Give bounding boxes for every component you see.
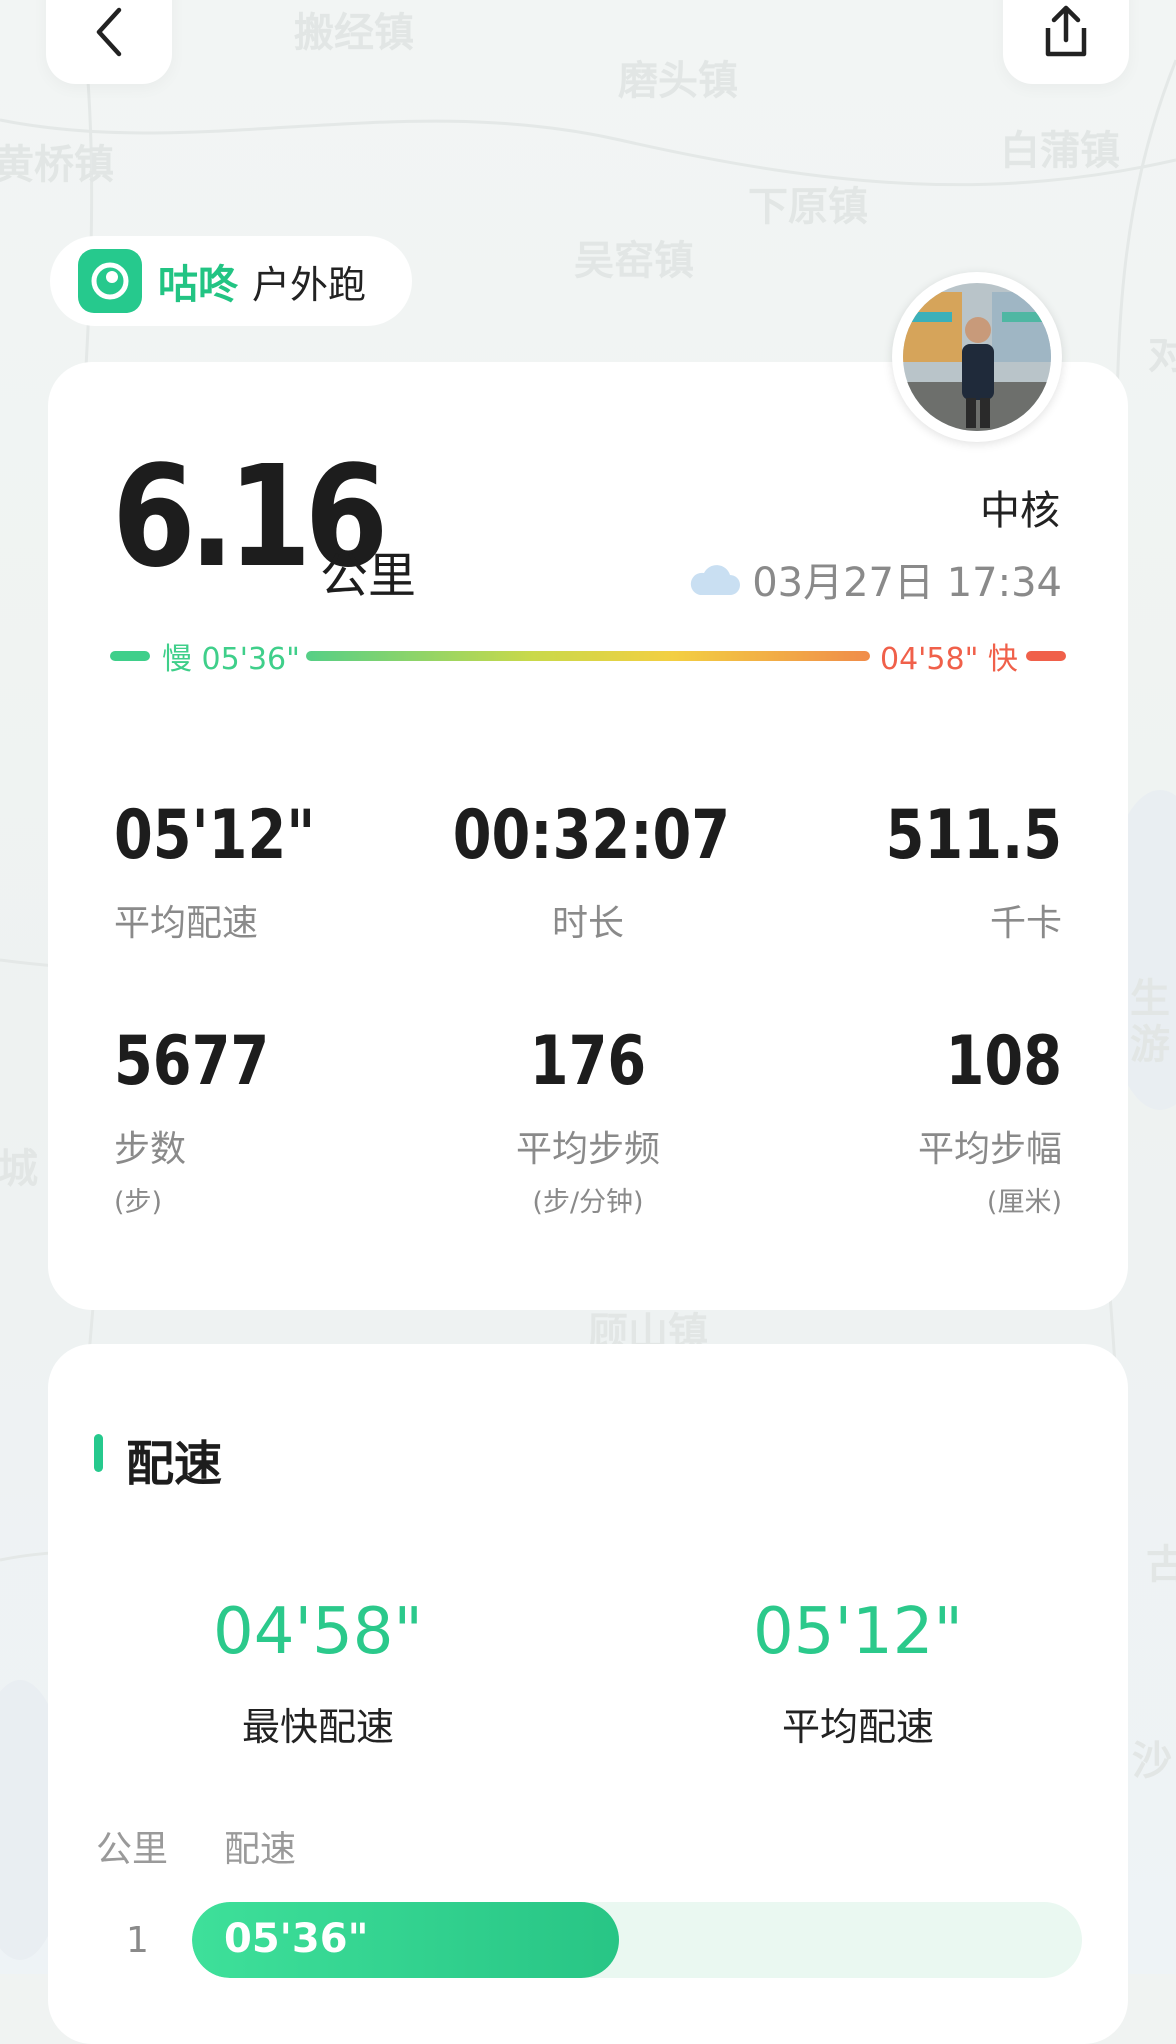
stat-cadence: 176 平均步频 (步/分钟): [423, 1028, 753, 1219]
codoon-logo-icon: [78, 249, 142, 313]
stat-value: 511.5: [885, 796, 1062, 875]
map-place-label: 对: [1148, 332, 1176, 378]
stat-label: 平均步幅: [917, 1129, 1062, 1170]
stat-steps: 5677 步数 (步): [114, 1028, 444, 1219]
map-place-label: 吴窑镇: [574, 238, 694, 284]
stat-value: 176: [529, 1022, 647, 1101]
app-activity-badge: 咕咚 户外跑: [50, 236, 412, 326]
stat-label: 千卡: [989, 903, 1062, 944]
map-place-label: 搬经镇: [294, 10, 414, 56]
stat-value: 5677: [114, 1022, 270, 1101]
stat-unit: (厘米): [986, 1187, 1062, 1218]
username: 中核: [980, 488, 1060, 534]
slow-indicator: [110, 651, 150, 661]
map-place-label: 白蒲镇: [1000, 128, 1120, 174]
activity-type: 户外跑: [252, 262, 367, 307]
stat-stride: 108 平均步幅 (厘米): [732, 1028, 1062, 1219]
split-pace-value: 05'36": [224, 1916, 369, 1962]
chevron-left-icon: [96, 7, 122, 57]
stat-value: 00:32:07: [452, 796, 731, 875]
back-button[interactable]: [46, 0, 172, 84]
stat-label: 时长: [551, 903, 624, 944]
column-header-pace: 配速: [224, 1829, 297, 1870]
share-button[interactable]: [1003, 0, 1129, 84]
column-header-km: 公里: [96, 1829, 169, 1870]
stat-value: 05'12": [114, 796, 316, 875]
slow-pace-label: 慢 05'36": [162, 642, 300, 677]
stat-value: 108: [945, 1022, 1062, 1101]
map-place-label: 黄桥镇: [0, 142, 114, 188]
map-place-label: 下原镇: [748, 184, 868, 230]
activity-datetime: 03月27日 17:34: [752, 560, 1062, 606]
map-place-label: 游: [1130, 1022, 1170, 1068]
split-pace-bar: 05'36": [192, 1902, 1082, 1978]
stat-unit: (步/分钟): [532, 1187, 644, 1218]
user-photo: [903, 283, 1051, 431]
stat-avg-pace: 05'12" 平均配速: [114, 802, 444, 946]
stat-unit: (步): [114, 1187, 163, 1218]
stat-calories: 511.5 千卡: [732, 802, 1062, 946]
average-pace-value: 05'12": [753, 1595, 963, 1669]
section-title: 配速: [126, 1436, 223, 1492]
fast-indicator: [1026, 651, 1066, 661]
cloud-icon: [691, 565, 741, 595]
avatar[interactable]: [892, 272, 1062, 442]
split-km-index: 1: [126, 1920, 149, 1961]
share-icon: [1045, 5, 1087, 57]
weather-datetime: 03月27日 17:34: [682, 550, 1062, 608]
fastest-pace: 04'58" 最快配速: [138, 1600, 498, 1751]
distance-unit: 公里: [320, 548, 417, 604]
map-place-label: 古: [1146, 1542, 1176, 1588]
section-accent-bar: [94, 1434, 103, 1472]
stat-label: 步数: [114, 1129, 187, 1170]
average-pace-label: 平均配速: [781, 1705, 934, 1749]
average-pace: 05'12" 平均配速: [678, 1600, 1038, 1751]
brand-name: 咕咚: [158, 262, 238, 308]
stat-duration: 00:32:07 时长: [423, 802, 753, 946]
pace-gradient: [306, 651, 870, 661]
pace-range-bar: 慢 05'36" 04'58" 快: [110, 636, 1066, 677]
fast-pace-label: 04'58" 快: [880, 642, 1018, 677]
fastest-pace-label: 最快配速: [241, 1705, 394, 1749]
map-place-label: 城: [0, 1146, 38, 1192]
map-place-label: 沙: [1132, 1738, 1172, 1784]
stat-label: 平均配速: [114, 903, 259, 944]
map-place-label: 磨头镇: [618, 58, 738, 104]
stat-label: 平均步频: [515, 1129, 660, 1170]
fastest-pace-value: 04'58": [213, 1595, 423, 1669]
